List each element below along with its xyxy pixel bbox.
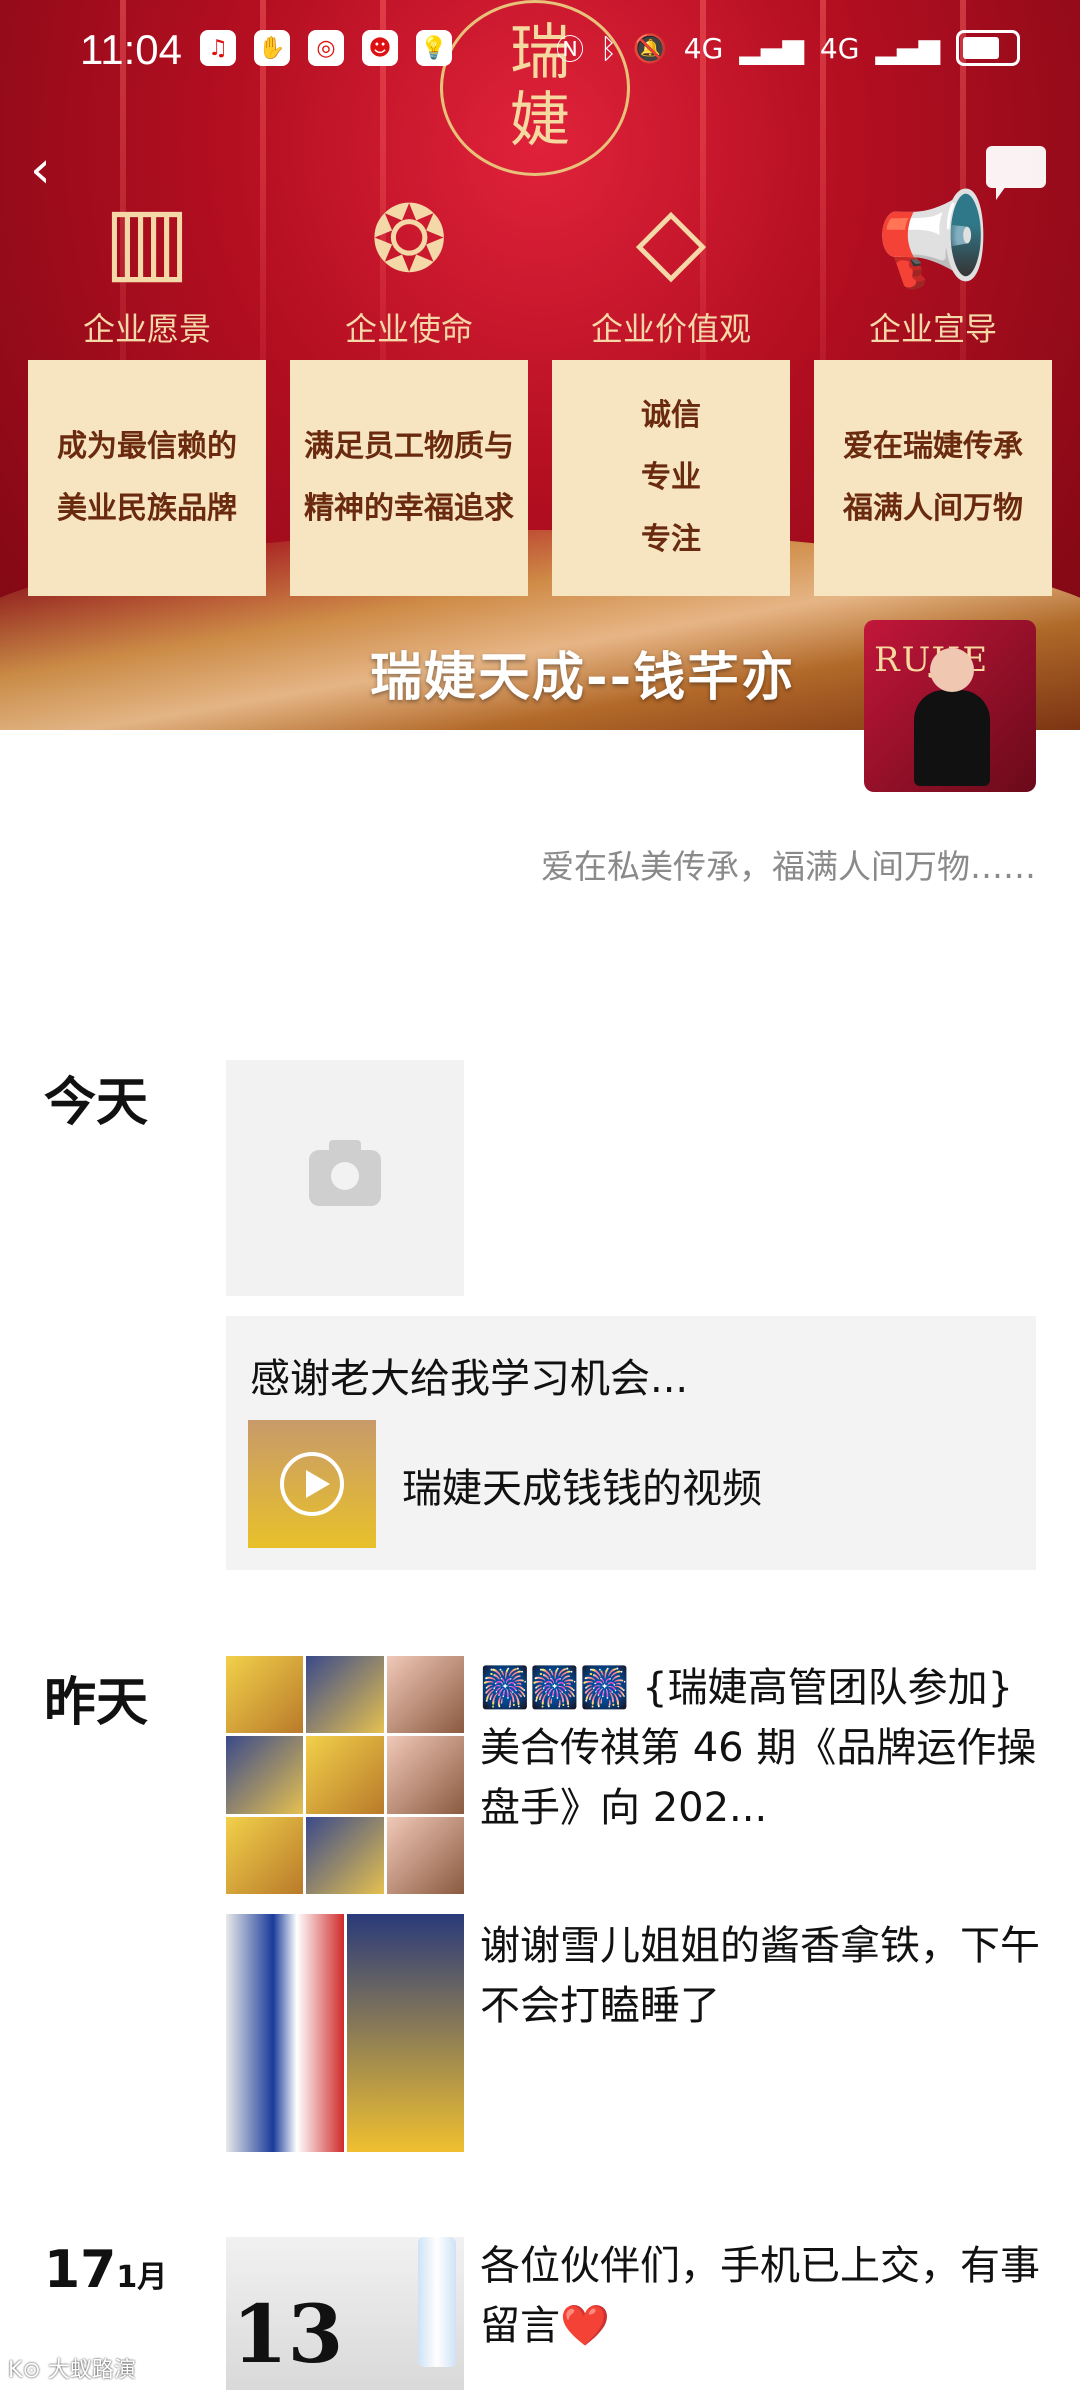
mute-icon: 🔕 xyxy=(632,31,668,65)
signal-label-2: 4G xyxy=(819,31,860,65)
value-text: 爱在瑞婕传承 福满人间万物 xyxy=(814,360,1052,596)
value-text: 诚信 专业 专注 xyxy=(552,360,790,596)
shared-video-post[interactable]: 感谢老大给我学习机会... 瑞婕天成钱钱的视频 xyxy=(226,1316,1036,1570)
system-icons: Ⓝ ᛒ 🔕 4G ▂▄▆ 4G ▂▄▆ xyxy=(556,28,1020,68)
bulb-app-icon: 💡 xyxy=(416,30,452,66)
post-text[interactable]: 谢谢雪儿姐姐的酱香拿铁，下午不会打瞌睡了 xyxy=(480,1916,1040,2036)
value-title: 企业价值观 xyxy=(590,310,751,348)
value-title: 企业宣导 xyxy=(868,310,997,348)
value-vision: ▥ 企业愿景 成为最信赖的 美业民族品牌 xyxy=(28,180,266,596)
photo-pair[interactable] xyxy=(226,1914,464,2152)
post-photo[interactable]: 13 xyxy=(226,2237,464,2390)
value-mission: ❂ 企业使命 满足员工物质与 精神的幸福追求 xyxy=(290,180,528,596)
diamond-icon: ◇ xyxy=(635,186,707,293)
nfc-icon: Ⓝ xyxy=(556,33,585,66)
post-camera-placeholder[interactable] xyxy=(226,1060,464,1296)
photo-number: 13 xyxy=(232,2287,344,2381)
signal-icon: ▂▄▆ xyxy=(739,31,804,65)
watermark: K⊙ 大蚁路演 xyxy=(8,2358,136,2383)
company-values: ▥ 企业愿景 成为最信赖的 美业民族品牌 ❂ 企业使命 满足员工物质与 精神的幸… xyxy=(28,180,1052,596)
video-title: 瑞婕天成钱钱的视频 xyxy=(402,1466,762,1512)
photo-grid[interactable] xyxy=(226,1656,464,1894)
qq-icon: ☻ xyxy=(362,30,398,66)
value-advocacy: 📢 企业宣导 爱在瑞婕传承 福满人间万物 xyxy=(814,180,1052,596)
status-time: 11:04 xyxy=(80,26,182,73)
chat-app-icon: ◎ xyxy=(308,30,344,66)
date-label-jan17: 171月 xyxy=(44,2240,168,2300)
value-text: 满足员工物质与 精神的幸福追求 xyxy=(290,360,528,596)
value-title: 企业愿景 xyxy=(82,310,211,348)
music-app-icon: ♫ xyxy=(200,30,236,66)
megaphone-icon: 📢 xyxy=(875,186,991,293)
post-text[interactable]: 🎆🎆🎆 {瑞婕高管团队参加}美合传祺第 46 期《品牌运作操盘手》向 202..… xyxy=(480,1658,1040,1838)
signal-label-1: 4G xyxy=(683,31,724,65)
date-label-today: 今天 xyxy=(44,1073,149,1133)
value-values: ◇ 企业价值观 诚信 专业 专注 xyxy=(552,180,790,596)
signal-icon-2: ▂▄▆ xyxy=(875,31,940,65)
video-thumbnail xyxy=(248,1420,376,1548)
water-bottle xyxy=(418,2237,456,2367)
play-icon xyxy=(280,1452,344,1516)
avatar[interactable]: RUJIE xyxy=(864,620,1036,792)
camera-icon xyxy=(309,1140,381,1206)
value-title: 企业使命 xyxy=(344,310,473,348)
notification-icons: ♫ ✋ ◎ ☻ 💡 xyxy=(200,30,452,66)
battery-icon xyxy=(956,30,1020,66)
date-label-yesterday: 昨天 xyxy=(44,1673,149,1733)
status-bar: 11:04 ♫ ✋ ◎ ☻ 💡 Ⓝ ᛒ 🔕 4G ▂▄▆ 4G ▂▄▆ xyxy=(0,20,1080,90)
medal-icon: ❂ xyxy=(370,186,448,293)
post-text[interactable]: 各位伙伴们，手机已上交，有事留言❤️ xyxy=(480,2236,1040,2356)
bluetooth-icon: ᛒ xyxy=(600,31,617,65)
profile-signature: 爱在私美传承，福满人间万物…… xyxy=(541,847,1036,886)
app-icon: ✋ xyxy=(254,30,290,66)
post-caption: 感谢老大给我学习机会... xyxy=(250,1356,689,1402)
value-text: 成为最信赖的 美业民族品牌 xyxy=(28,360,266,596)
profile-name: 瑞婕天成--钱芊亦 xyxy=(370,648,796,708)
building-icon: ▥ xyxy=(103,186,191,293)
